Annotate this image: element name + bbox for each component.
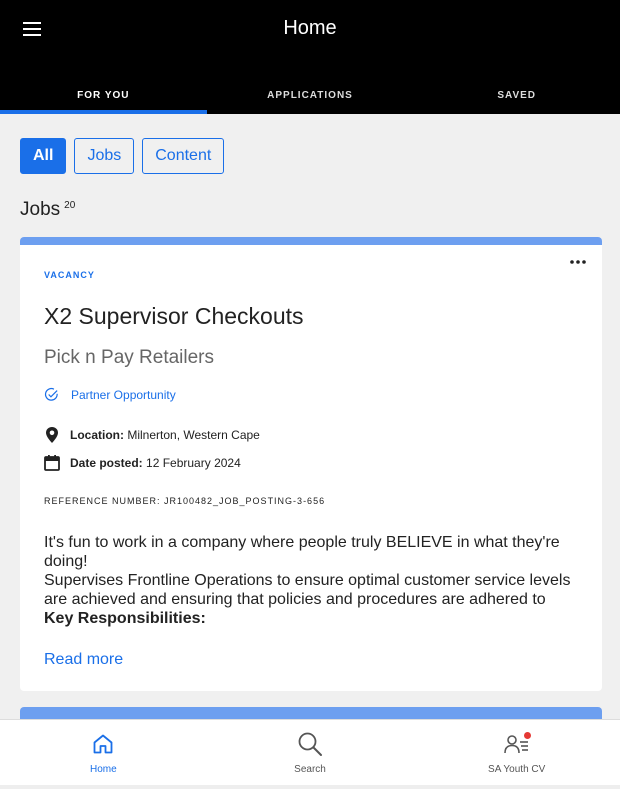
nav-home[interactable]: Home: [0, 720, 207, 785]
date-label: Date posted:: [70, 455, 143, 470]
more-horizontal-icon: [570, 260, 586, 264]
filter-content-button[interactable]: Content: [142, 138, 225, 174]
bottom-navigation: Home Search SA Youth CV: [0, 719, 620, 785]
job-description: It's fun to work in a company where peop…: [44, 533, 584, 628]
filter-jobs-button[interactable]: Jobs: [74, 138, 135, 174]
tab-saved[interactable]: SAVED: [413, 76, 620, 114]
more-options-button[interactable]: [568, 255, 588, 269]
description-line: It's fun to work in a company where peop…: [44, 534, 560, 570]
job-title: X2 Supervisor Checkouts: [44, 303, 304, 329]
nav-home-label: Home: [89, 764, 117, 775]
tab-bar: FOR YOU APPLICATIONS SAVED: [0, 76, 620, 114]
page-title: Home: [283, 17, 337, 39]
top-app-bar: Home FOR YOU APPLICATIONS SAVED: [0, 0, 620, 114]
home-icon: [93, 734, 113, 754]
check-circle-icon: [44, 387, 58, 401]
company-name: Pick n Pay Retailers: [44, 347, 215, 368]
nav-cv-label: SA Youth CV: [488, 764, 546, 775]
location-value: Milnerton, Western Cape: [127, 428, 260, 442]
nav-search-label: Search: [294, 764, 326, 775]
location-row: Location: Milnerton, Western Cape: [44, 426, 260, 444]
card-accent-bar: [20, 237, 602, 245]
calendar-icon: [44, 455, 60, 471]
notification-dot: [523, 732, 531, 739]
nav-search[interactable]: Search: [207, 720, 414, 785]
partner-label: Partner Opportunity: [71, 387, 176, 402]
section-count: 20: [64, 200, 76, 211]
date-value: 12 February 2024: [146, 455, 241, 470]
description-line: Supervises Frontline Operations to ensur…: [44, 572, 571, 608]
reference-number: REFERENCE NUMBER: JR100482_JOB_POSTING-3…: [44, 496, 326, 506]
gesture-bar: [0, 785, 620, 789]
job-type-label: VACANCY: [44, 270, 95, 280]
filter-chips: All Jobs Content: [20, 138, 225, 174]
filter-all-button[interactable]: All: [20, 138, 67, 174]
location-label: Location:: [70, 428, 124, 442]
tab-for-you[interactable]: FOR YOU: [0, 76, 207, 114]
job-card[interactable]: VACANCY X2 Supervisor Checkouts Pick n P…: [20, 237, 602, 691]
search-icon: [298, 732, 322, 756]
section-heading: Jobs 20: [20, 199, 75, 221]
date-row: Date posted: 12 February 2024: [44, 454, 241, 471]
read-more-link[interactable]: Read more: [44, 651, 123, 669]
tab-applications[interactable]: APPLICATIONS: [207, 76, 414, 114]
location-pin-icon: [46, 427, 58, 443]
section-title: Jobs: [20, 199, 61, 220]
partner-badge: Partner Opportunity: [44, 387, 176, 402]
description-heading: Key Responsibilities:: [44, 610, 206, 627]
nav-cv[interactable]: SA Youth CV: [413, 720, 620, 785]
